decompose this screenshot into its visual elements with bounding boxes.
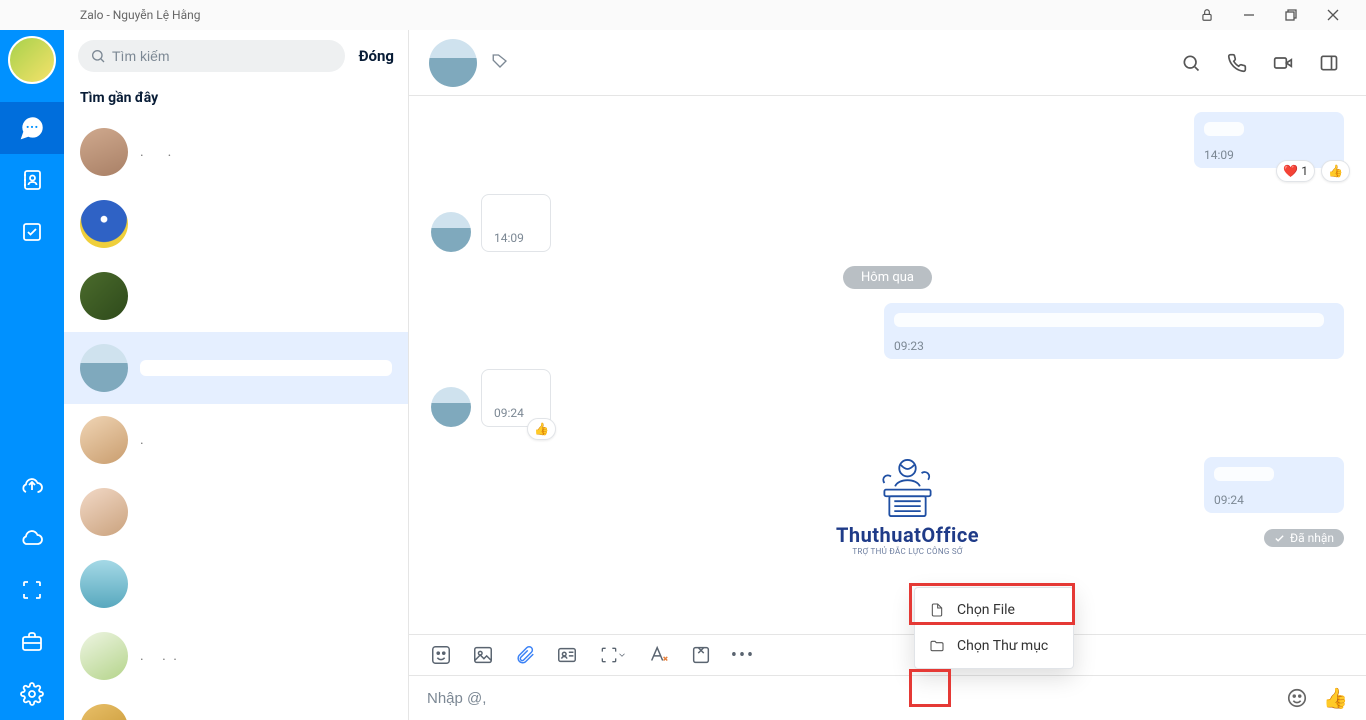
message-outgoing[interactable]: 09:23 [884, 303, 1344, 359]
nav-screenshot[interactable] [0, 564, 64, 616]
more-button[interactable]: ••• [725, 639, 761, 671]
message-outgoing[interactable]: 09:24 [1204, 457, 1344, 513]
message-outgoing[interactable]: 14:09 ❤️ 1 👍 [1194, 112, 1344, 168]
nav-settings[interactable] [0, 668, 64, 720]
recent-item[interactable] [64, 476, 408, 548]
chat-panel: 14:09 ❤️ 1 👍 14:09 Hôm qua [409, 30, 1366, 720]
date-divider: Hôm qua [431, 266, 1344, 289]
attach-context-menu: Chọn File Chọn Thư mục [914, 587, 1074, 669]
composer-toolbar: ••• [409, 634, 1366, 676]
message-input[interactable] [427, 690, 1271, 707]
recent-item[interactable]: . . . [64, 620, 408, 692]
contact-card-button[interactable] [549, 639, 585, 671]
tag-icon [491, 52, 509, 74]
nav-cloud[interactable] [0, 512, 64, 564]
nav-messages[interactable] [0, 102, 64, 154]
message-avatar [431, 212, 471, 252]
chat-search-button[interactable] [1174, 46, 1208, 80]
nav-briefcase[interactable] [0, 616, 64, 668]
delivered-badge: Đã nhận [1264, 529, 1344, 547]
search-input[interactable] [78, 40, 345, 72]
window-close[interactable] [1312, 0, 1354, 30]
message-time: 09:23 [894, 335, 1334, 353]
recent-item[interactable] [64, 332, 408, 404]
window-minimize[interactable] [1228, 0, 1270, 30]
screenshot-button[interactable] [591, 639, 635, 671]
nav-cloud-upload[interactable] [0, 460, 64, 512]
video-call-button[interactable] [1266, 46, 1300, 80]
lock-icon[interactable] [1186, 0, 1228, 30]
app-title: Zalo - Nguyễn Lệ Hằng [80, 8, 201, 22]
format-button[interactable] [641, 639, 677, 671]
recent-item[interactable] [64, 692, 408, 720]
image-button[interactable] [465, 639, 501, 671]
reaction-like[interactable]: 👍 [527, 418, 556, 440]
recent-item[interactable] [64, 548, 408, 620]
message-list: 14:09 ❤️ 1 👍 14:09 Hôm qua [409, 96, 1366, 634]
window-maximize[interactable] [1270, 0, 1312, 30]
chat-header [409, 30, 1366, 96]
menu-choose-folder[interactable]: Chọn Thư mục [915, 628, 1073, 664]
quick-like-button[interactable]: 👍 [1323, 686, 1348, 710]
nav-todo[interactable] [0, 206, 64, 258]
message-avatar [431, 387, 471, 427]
reaction-heart[interactable]: ❤️ 1 [1276, 160, 1315, 182]
close-search-button[interactable]: Đóng [359, 47, 394, 65]
sticker-button[interactable] [423, 639, 459, 671]
recent-list: . . . . . . [64, 116, 408, 720]
message-time: 09:24 [1214, 489, 1334, 507]
toggle-info-panel[interactable] [1312, 46, 1346, 80]
menu-choose-file[interactable]: Chọn File [915, 592, 1073, 628]
emoji-button[interactable] [1283, 684, 1311, 712]
nav-contacts[interactable] [0, 154, 64, 206]
reaction-like[interactable]: 👍 [1321, 160, 1350, 182]
recent-label: Tìm gần đây [64, 82, 408, 116]
recent-item[interactable]: . . [64, 116, 408, 188]
voice-call-button[interactable] [1220, 46, 1254, 80]
recent-item[interactable] [64, 188, 408, 260]
message-time: 14:09 [494, 227, 538, 245]
recent-item[interactable]: . [64, 404, 408, 476]
title-bar: Zalo - Nguyễn Lệ Hằng [0, 0, 1366, 30]
composer: 👍 [409, 676, 1366, 720]
reminder-button[interactable] [683, 639, 719, 671]
search-icon [90, 48, 106, 68]
sidebar: Đóng Tìm gần đây . . . . . . [64, 30, 409, 720]
attach-button[interactable] [507, 639, 543, 671]
nav-rail [0, 30, 64, 720]
message-incoming[interactable]: 14:09 [481, 194, 551, 252]
recent-item[interactable] [64, 260, 408, 332]
user-avatar[interactable] [8, 36, 56, 84]
message-incoming[interactable]: 09:24 👍 [481, 369, 551, 427]
chat-avatar[interactable] [429, 39, 477, 87]
